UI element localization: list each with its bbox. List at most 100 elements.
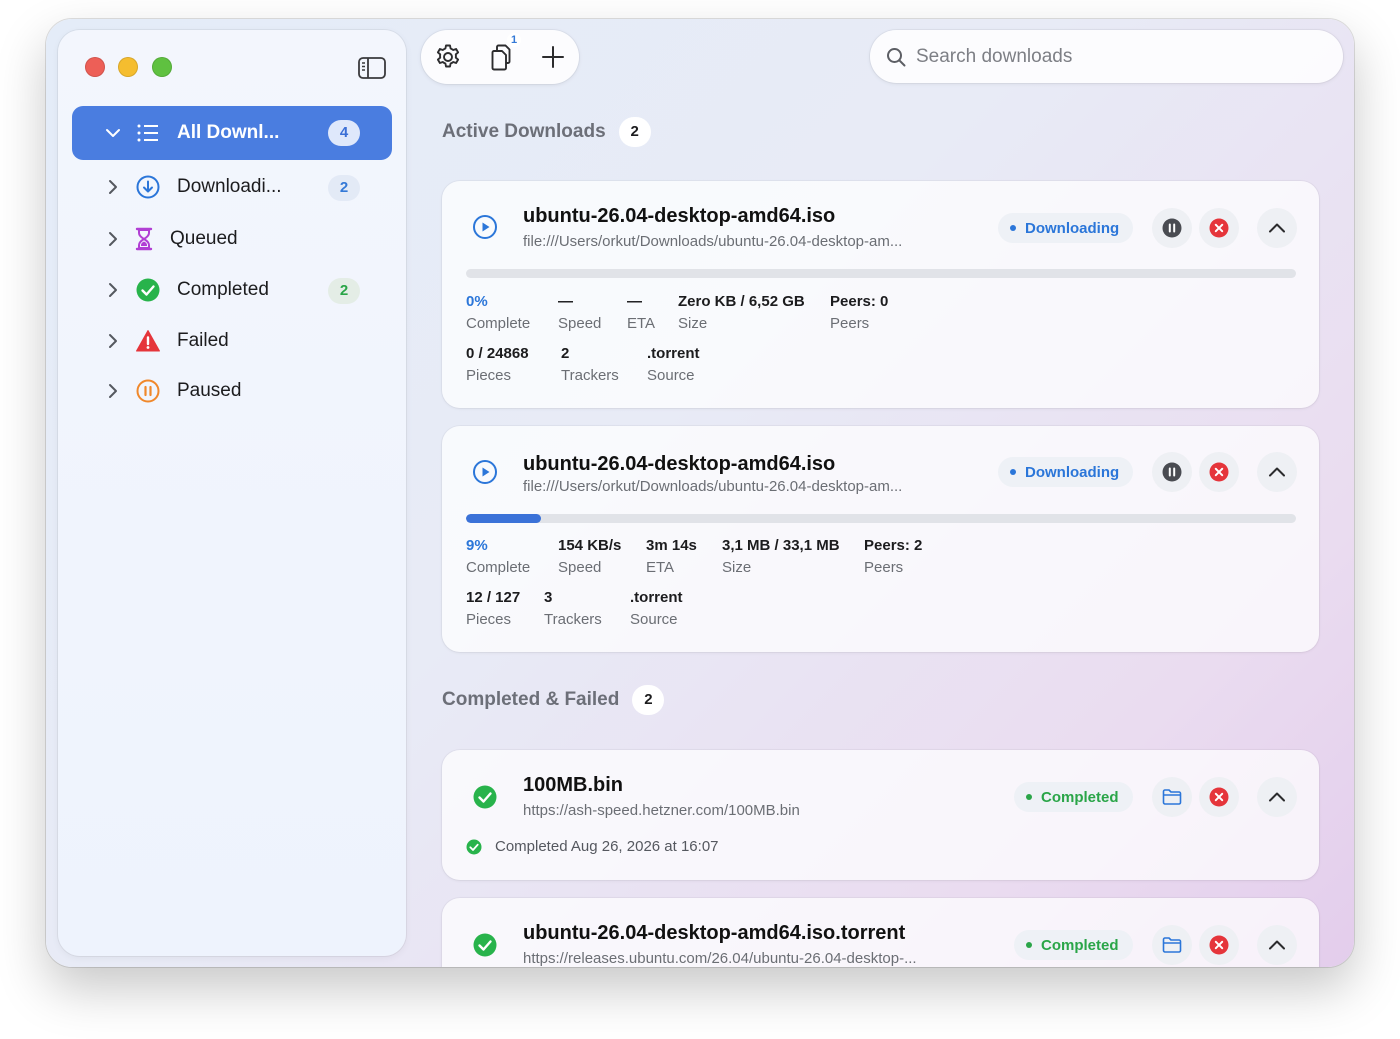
stat-value: 3m 14s: [646, 537, 697, 554]
download-card[interactable]: 100MB.bin https://ash-speed.hetzner.com/…: [442, 750, 1319, 880]
section-title-text: Active Downloads: [442, 121, 606, 142]
file-name: 100MB.bin: [523, 774, 624, 796]
cancel-button[interactable]: [1199, 208, 1239, 248]
sidebar-item-paused[interactable]: Paused: [72, 365, 392, 417]
checkmark-circle-icon: [136, 278, 160, 302]
chevron-up-icon: [1269, 940, 1285, 950]
checkmark-circle-icon: [473, 933, 497, 957]
chevron-down-icon[interactable]: [104, 124, 122, 142]
chevron-up-icon: [1269, 467, 1285, 477]
stat-label: Trackers: [544, 611, 602, 628]
file-url: file:///Users/orkut/Downloads/ubuntu-26.…: [523, 233, 903, 250]
stat-label: Source: [630, 611, 678, 628]
stat-label: Pieces: [466, 367, 512, 384]
collapse-button[interactable]: [1257, 452, 1297, 492]
stat-source: .torrent Source: [647, 345, 700, 384]
clipboard-copy-icon[interactable]: [485, 43, 515, 71]
stat-speed: — Speed: [558, 293, 601, 332]
status-dot: [1026, 942, 1032, 948]
show-in-folder-button[interactable]: [1152, 777, 1192, 817]
search-input[interactable]: [916, 40, 1316, 74]
stat-size: Zero KB / 6,52 GB Size: [678, 293, 805, 332]
sidebar: All Downl... 4 Downloadi... 2 Queued Com…: [58, 30, 406, 956]
status-text: Downloading: [1025, 219, 1120, 237]
play-circle-icon[interactable]: [472, 459, 498, 485]
collapse-button[interactable]: [1257, 925, 1297, 965]
minimize-window-button[interactable]: [118, 57, 138, 77]
stat-value: 12 / 127: [466, 589, 521, 606]
status-dot: [1010, 225, 1016, 231]
remove-button[interactable]: [1199, 777, 1239, 817]
zoom-window-button[interactable]: [152, 57, 172, 77]
sidebar-item-label: Downloadi...: [177, 176, 282, 197]
stat-value: 9%: [466, 537, 488, 554]
cancel-button[interactable]: [1199, 452, 1239, 492]
search-bar: [870, 30, 1343, 83]
stat-trackers: 3 Trackers: [544, 589, 602, 628]
status-badge: Completed: [1014, 930, 1133, 960]
stat-value: 3: [544, 589, 553, 606]
show-in-folder-button[interactable]: [1152, 925, 1192, 965]
chevron-right-icon[interactable]: [104, 230, 122, 248]
stat-pieces: 12 / 127 Pieces: [466, 589, 520, 628]
notification-badge: 1: [507, 33, 521, 47]
warning-triangle-icon: [136, 330, 160, 352]
gear-icon[interactable]: [434, 43, 462, 71]
sidebar-toggle-icon[interactable]: [358, 57, 386, 79]
sidebar-item-queued[interactable]: Queued: [72, 213, 392, 265]
stat-peers: Peers: 2 Peers: [864, 537, 922, 576]
pause-button[interactable]: [1152, 452, 1192, 492]
stat-label: Complete: [466, 315, 531, 332]
stat-speed: 154 KB/s Speed: [558, 537, 621, 576]
stat-complete: 9% Complete: [466, 537, 530, 576]
chevron-right-icon[interactable]: [104, 382, 122, 400]
pause-button[interactable]: [1152, 208, 1192, 248]
sidebar-item-completed[interactable]: Completed 2: [72, 264, 392, 316]
stat-eta: — ETA: [627, 293, 655, 332]
collapse-button[interactable]: [1257, 208, 1297, 248]
plus-icon[interactable]: [539, 43, 567, 71]
chevron-up-icon: [1269, 792, 1285, 802]
stat-label: ETA: [627, 315, 656, 332]
chevron-right-icon[interactable]: [104, 281, 122, 299]
completed-note: Completed Aug 26, 2026 at 16:07: [466, 838, 719, 855]
sidebar-item-failed[interactable]: Failed: [72, 315, 392, 367]
close-window-button[interactable]: [85, 57, 105, 77]
remove-button[interactable]: [1199, 925, 1239, 965]
sidebar-item-label: Queued: [170, 228, 238, 249]
progress-bar: [466, 269, 1296, 278]
toolbar: 1: [421, 30, 579, 84]
play-circle-icon[interactable]: [472, 214, 498, 240]
stat-value: 154 KB/s: [558, 537, 622, 554]
download-card[interactable]: ubuntu-26.04-desktop-amd64.iso.torrent h…: [442, 898, 1319, 967]
sidebar-item-all-downloads[interactable]: All Downl... 4: [72, 106, 392, 160]
sidebar-item-label: Failed: [177, 330, 229, 351]
stat-label: Source: [647, 367, 695, 384]
app-window: All Downl... 4 Downloadi... 2 Queued Com…: [46, 19, 1354, 967]
close-circle-icon: [1209, 462, 1229, 482]
download-circle-icon: [136, 175, 160, 199]
stat-label: Speed: [558, 315, 602, 332]
stat-label: Size: [678, 315, 708, 332]
stat-label: Trackers: [561, 367, 619, 384]
stat-value: 2: [561, 345, 570, 362]
stat-value: —: [627, 293, 642, 310]
chevron-right-icon[interactable]: [104, 332, 122, 350]
stat-eta: 3m 14s ETA: [646, 537, 697, 576]
sidebar-item-count: 2: [328, 278, 360, 304]
status-badge: Completed: [1014, 782, 1133, 812]
sidebar-item-downloading[interactable]: Downloadi... 2: [72, 161, 392, 213]
collapse-button[interactable]: [1257, 777, 1297, 817]
stat-source: .torrent Source: [630, 589, 683, 628]
stat-value: .torrent: [647, 345, 700, 362]
stat-label: Size: [722, 559, 752, 576]
status-badge: Downloading: [998, 457, 1134, 487]
download-card[interactable]: ubuntu-26.04-desktop-amd64.iso file:///U…: [442, 181, 1319, 408]
chevron-right-icon[interactable]: [104, 178, 122, 196]
download-card[interactable]: ubuntu-26.04-desktop-amd64.iso file:///U…: [442, 426, 1319, 652]
stat-value: 3,1 MB / 33,1 MB: [722, 537, 840, 554]
section-count: 2: [632, 685, 665, 715]
hourglass-icon: [135, 227, 153, 251]
sidebar-item-label: All Downl...: [177, 122, 280, 143]
sidebar-item-count: 2: [328, 175, 360, 201]
